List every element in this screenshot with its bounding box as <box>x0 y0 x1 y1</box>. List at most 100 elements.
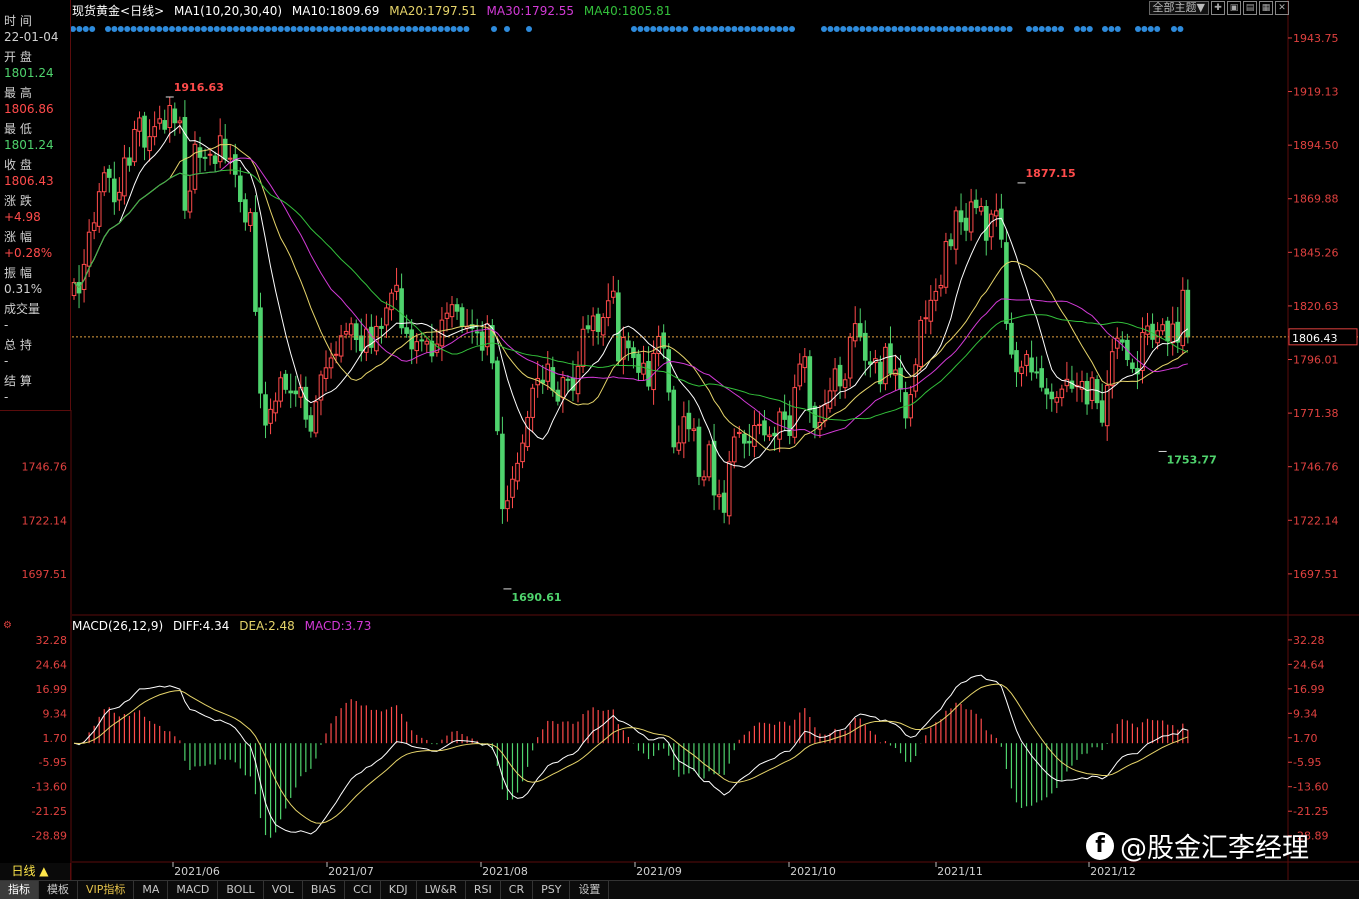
candle-body <box>898 367 903 390</box>
candle-body <box>600 317 606 336</box>
signal-dot <box>335 26 342 32</box>
tab-bias[interactable]: BIAS <box>303 881 346 899</box>
candle-body <box>394 284 399 292</box>
signal-dot <box>885 26 891 32</box>
tab-boll[interactable]: BOLL <box>218 881 264 899</box>
signal-dot <box>207 26 214 32</box>
signal-dot <box>201 26 207 32</box>
signal-dot <box>233 26 239 32</box>
candle-body <box>444 312 450 319</box>
signal-dot <box>303 26 310 32</box>
signal-dot <box>425 26 431 32</box>
candle-body <box>449 304 455 318</box>
macd-legend: MACD(26,12,9) DIFF:4.34 DEA:2.48 MACD:3.… <box>72 619 377 633</box>
macd-axis-label-left: -13.60 <box>32 781 67 794</box>
candle-body <box>666 349 672 393</box>
candle-body <box>424 340 430 345</box>
signal-dot <box>361 26 367 32</box>
tab-template[interactable]: 模板 <box>39 881 78 899</box>
macd-name[interactable]: MACD(26,12,9) <box>72 619 163 633</box>
crosshair-icon[interactable]: ✚ <box>1211 1 1225 15</box>
candle-body <box>978 206 984 212</box>
signal-dot <box>650 26 657 32</box>
tab-vol[interactable]: VOL <box>264 881 303 899</box>
candle-body <box>767 434 772 438</box>
candle-body <box>812 405 818 428</box>
candle-body <box>258 307 263 394</box>
tab-kdj[interactable]: KDJ <box>381 881 417 899</box>
candle-body <box>686 412 692 430</box>
grid-icon[interactable]: ▦ <box>1259 1 1273 15</box>
date-axis-label: 2021/11 <box>937 865 983 878</box>
tab-indicator[interactable]: 指标 <box>0 881 39 899</box>
candle-body <box>757 423 762 426</box>
tab-vip-indicator[interactable]: VIP指标 <box>78 881 135 899</box>
signal-dot <box>1058 26 1064 32</box>
signal-dot <box>827 26 834 32</box>
watermark-text: @股金汇李经理 <box>1120 833 1309 864</box>
candle-body <box>500 433 505 510</box>
candle-body <box>152 126 157 138</box>
candle-body <box>479 331 485 351</box>
theme-select[interactable]: 全部主题▼ <box>1148 1 1209 15</box>
candle-body <box>1044 388 1050 395</box>
candle-body <box>938 285 944 289</box>
signal-dot <box>399 26 406 32</box>
signal-dot <box>89 26 96 32</box>
ma10-value: MA10:1809.69 <box>291 4 380 18</box>
signal-dot <box>457 26 463 32</box>
candle-body <box>1024 354 1029 366</box>
extreme-label: 1916.63 <box>174 81 224 94</box>
chart-canvas[interactable]: ⚙ 1943.75 1919.13 1894.50 1869.88 1845.26 182… <box>0 0 1359 898</box>
candle-body <box>192 143 198 190</box>
candle-body <box>187 190 193 213</box>
candle-body <box>530 387 535 418</box>
signal-dot <box>1102 26 1108 32</box>
trading-app: ⚙ 1943.75 1919.13 1894.50 1869.88 1845.26 182… <box>0 0 1359 899</box>
price-axis-label: 1919.13 <box>1293 86 1339 99</box>
info-value: - <box>4 354 9 368</box>
last-price-label: 1806.43 <box>1292 332 1338 345</box>
signal-dot <box>348 26 355 32</box>
candle-body <box>676 442 682 451</box>
tab-macd[interactable]: MACD <box>168 881 219 899</box>
candle-body <box>474 331 480 334</box>
tab-lwr[interactable]: LW&R <box>417 881 466 899</box>
candle-body <box>580 328 586 367</box>
period-tag[interactable]: <日线> <box>120 4 164 18</box>
tab-cci[interactable]: CCI <box>345 881 381 899</box>
info-label: 振 幅 <box>4 266 32 280</box>
candle-body <box>787 415 792 436</box>
ma-params[interactable]: MA1(10,20,30,40) <box>174 4 282 18</box>
window-icon[interactable]: ▣ <box>1227 1 1241 15</box>
candle-body <box>232 154 238 175</box>
candle-body <box>802 356 808 369</box>
info-label: 时 间 <box>4 14 32 28</box>
signal-dot <box>386 26 393 32</box>
signal-dot <box>156 26 163 32</box>
tab-settings[interactable]: 设置 <box>570 881 610 899</box>
period-selector[interactable]: 日线 ▲ <box>0 863 71 880</box>
tab-rsi[interactable]: RSI <box>466 881 501 899</box>
close-icon[interactable]: ✕ <box>1275 1 1289 15</box>
signal-dot <box>130 26 137 32</box>
candle-body <box>973 199 979 209</box>
tab-ma[interactable]: MA <box>134 881 169 899</box>
price-axis-label-left: 1746.76 <box>22 461 68 474</box>
tab-cr[interactable]: CR <box>501 881 534 899</box>
instrument-name[interactable]: 现货黄金 <box>72 4 120 18</box>
candle-body <box>1064 378 1070 387</box>
price-axis-label: 1697.51 <box>1293 568 1339 581</box>
signal-dot <box>712 26 719 32</box>
tab-psy[interactable]: PSY <box>533 881 571 899</box>
signal-dot <box>367 26 374 32</box>
candle-body <box>646 360 651 387</box>
candle-body <box>515 462 520 482</box>
candle-body <box>222 138 228 160</box>
candle-body <box>827 390 833 409</box>
signal-dot <box>1032 26 1039 32</box>
candle-body <box>565 378 571 381</box>
layout-icon[interactable]: ▤ <box>1243 1 1257 15</box>
candle-body <box>988 213 994 238</box>
candle-body <box>903 392 908 419</box>
